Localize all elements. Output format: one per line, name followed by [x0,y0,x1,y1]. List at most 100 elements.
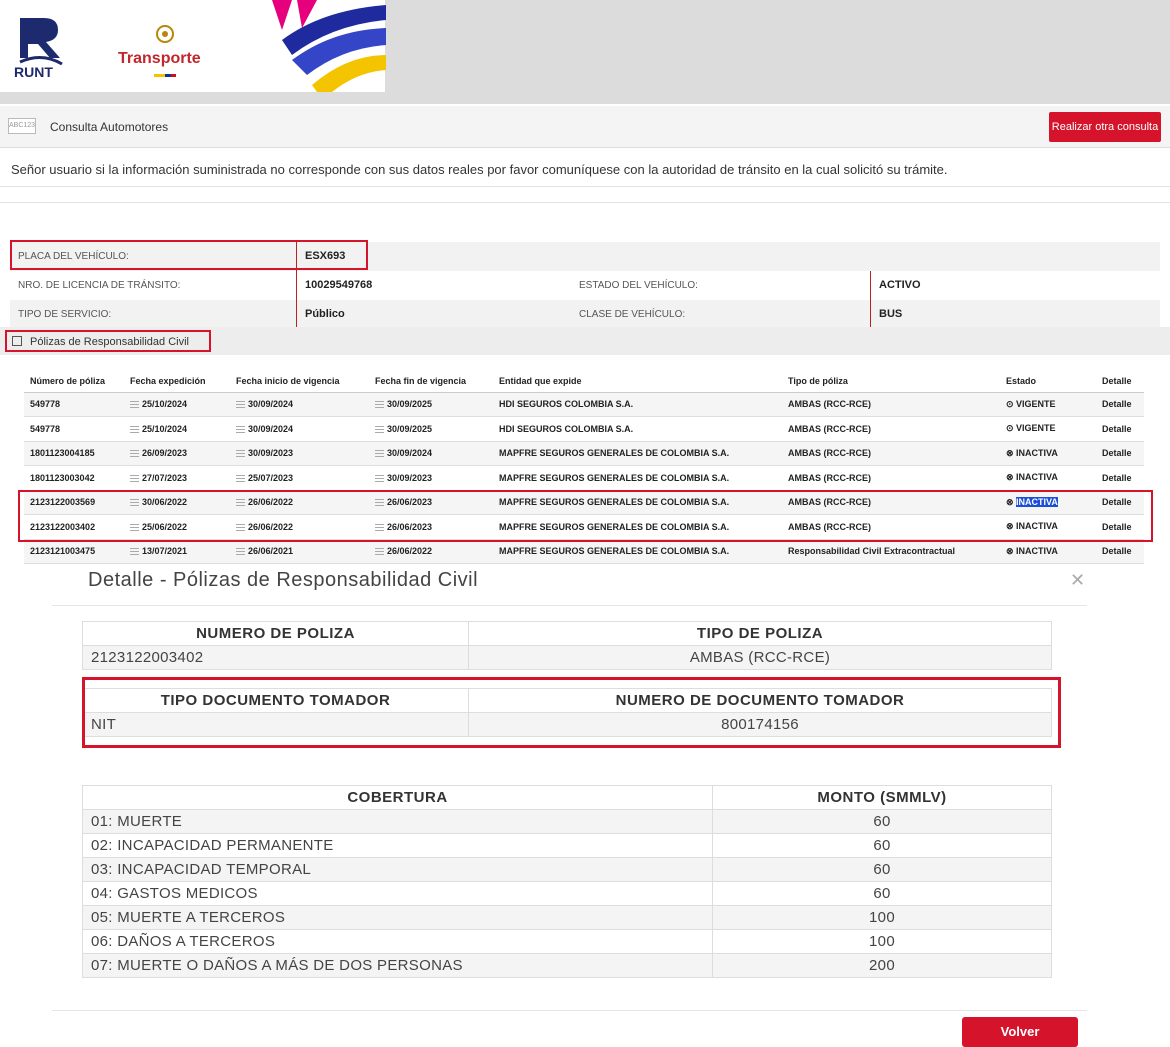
estado-cell: ⊙ VIGENTE [1000,416,1096,442]
calendar-icon [236,425,245,433]
entidad: MAPFRE SEGUROS GENERALES DE COLOMBIA S.A… [493,539,782,564]
entidad: MAPFRE SEGUROS GENERALES DE COLOMBIA S.A… [493,441,782,466]
fecha-value: 27/07/2023 [142,472,188,483]
fecha-value: 13/07/2021 [142,546,188,557]
calendar-icon [375,474,384,482]
tipo-poliza: AMBAS (RCC-RCE) [782,465,1000,491]
volver-button[interactable]: Volver [962,1017,1078,1047]
vehicle-row-licencia: NRO. DE LICENCIA DE TRÁNSITO: 1002954976… [10,271,1160,300]
highlight-tomador [82,677,1061,748]
estado-cell: ⊙ VIGENTE [1000,392,1096,417]
check-circle-icon: ⊙ [1006,398,1017,409]
poliza-value: 2123122003402 [82,645,469,670]
cobertura-name: 07: MUERTE O DAÑOS A MÁS DE DOS PERSONAS [82,953,713,978]
licencia-value: 10029549768 [296,271,372,300]
transporte-logo-text: Transporte [118,50,201,67]
highlight-placa [10,240,368,270]
detalle-link[interactable]: Detalle [1096,465,1144,491]
poliza-number: 549778 [24,416,124,442]
tipo-poliza: Responsabilidad Civil Extracontractual [782,539,1000,564]
estado-value: INACTIVA [1016,472,1058,483]
fecha-cell: 30/09/2023 [369,465,493,491]
consulta-bar: ABC123 Consulta Automotores [0,106,1170,148]
column-header: Detalle [1096,370,1144,393]
license-plate-icon: ABC123 [8,118,36,134]
estado-cell: ⊗ INACTIVA [1000,465,1096,491]
fecha-cell: 26/06/2022 [369,539,493,564]
consulta-title: Consulta Automotores [50,120,169,134]
runt-logo-text: RUNT [14,64,53,80]
highlight-polizas-rows [18,490,1153,542]
calendar-icon [375,450,384,458]
monto-header: MONTO (SMMLV) [712,785,1052,810]
column-header: Entidad que expide [493,370,782,393]
highlight-polizas [5,330,211,352]
modal-title: Detalle - Pólizas de Responsabilidad Civ… [88,569,479,591]
poliza-detail-table: NUMERO DE POLIZA TIPO DE POLIZA 21231220… [82,621,1052,670]
calendar-icon [236,401,245,409]
fecha-cell: 25/10/2024 [124,392,230,417]
header-banner [385,0,1170,104]
notice-text: Señor usuario si la información suminist… [11,162,948,177]
header: RUNT Transporte [0,0,1170,104]
detalle-link[interactable]: Detalle [1096,416,1144,442]
fecha-cell: 25/10/2024 [124,416,230,442]
table-row: 04: GASTOS MEDICOS 60 [82,881,1052,906]
table-row: 01: MUERTE 60 [82,809,1052,834]
realizar-otra-consulta-button[interactable]: Realizar otra consulta [1049,112,1161,142]
fecha-cell: 13/07/2021 [124,539,230,564]
calendar-icon [130,450,139,458]
monto-value: 100 [712,905,1052,930]
close-icon[interactable]: ✕ [1070,570,1085,591]
divider [52,605,1087,606]
column-header: Número de póliza [24,370,124,393]
fecha-value: 26/06/2021 [248,546,294,557]
tipo-value: AMBAS (RCC-RCE) [468,645,1052,670]
fecha-cell: 27/07/2023 [124,465,230,491]
divider [0,202,1170,203]
estado-value: VIGENTE [1016,398,1056,409]
clase-value: BUS [870,300,902,329]
fecha-value: 25/10/2024 [142,423,188,434]
column-header: Estado [1000,370,1096,393]
column-header: Tipo de póliza [782,370,1000,393]
poliza-number: 2123121003475 [24,539,124,564]
cobertura-header: COBERTURA [82,785,713,810]
tipo-poliza: AMBAS (RCC-RCE) [782,392,1000,417]
cobertura-name: 01: MUERTE [82,809,713,834]
detalle-link[interactable]: Detalle [1096,392,1144,417]
fecha-value: 30/09/2025 [387,423,433,434]
monto-value: 100 [712,929,1052,954]
calendar-icon [130,548,139,556]
flag-bar [154,74,176,77]
tipo-header: TIPO DE POLIZA [468,621,1052,646]
fecha-cell: 26/09/2023 [124,441,230,466]
fecha-value: 30/09/2025 [387,399,433,410]
detalle-link[interactable]: Detalle [1096,539,1144,564]
cobertura-table: COBERTURA MONTO (SMMLV) 01: MUERTE 60 02:… [82,785,1052,978]
entidad: MAPFRE SEGUROS GENERALES DE COLOMBIA S.A… [493,465,782,491]
calendar-icon [130,425,139,433]
vehicle-row-servicio: TIPO DE SERVICIO: Público CLASE DE VEHÍC… [10,300,1160,329]
x-circle-icon: ⊗ [1006,447,1017,458]
fecha-value: 30/09/2024 [248,399,294,410]
fecha-cell: 30/09/2024 [369,441,493,466]
table-row: 1801123003042 27/07/2023 25/07/2023 30/0… [24,465,1144,491]
fecha-cell: 25/07/2023 [230,465,369,491]
cobertura-name: 06: DAÑOS A TERCEROS [82,929,713,954]
fecha-value: 30/09/2024 [248,423,294,434]
column-header: Fecha expedición [124,370,230,393]
entidad: HDI SEGUROS COLOMBIA S.A. [493,416,782,442]
x-circle-icon: ⊗ [1006,545,1017,556]
calendar-icon [375,401,384,409]
monto-value: 60 [712,881,1052,906]
detalle-link[interactable]: Detalle [1096,441,1144,466]
fecha-cell: 30/09/2024 [230,392,369,417]
column-header: Fecha fin de vigencia [369,370,493,393]
table-row: 06: DAÑOS A TERCEROS 100 [82,929,1052,954]
divider [52,1010,1087,1011]
estado-value: ACTIVO [870,271,921,300]
servicio-value: Público [296,300,345,329]
cobertura-name: 05: MUERTE A TERCEROS [82,905,713,930]
cobertura-name: 02: INCAPACIDAD PERMANENTE [82,833,713,858]
